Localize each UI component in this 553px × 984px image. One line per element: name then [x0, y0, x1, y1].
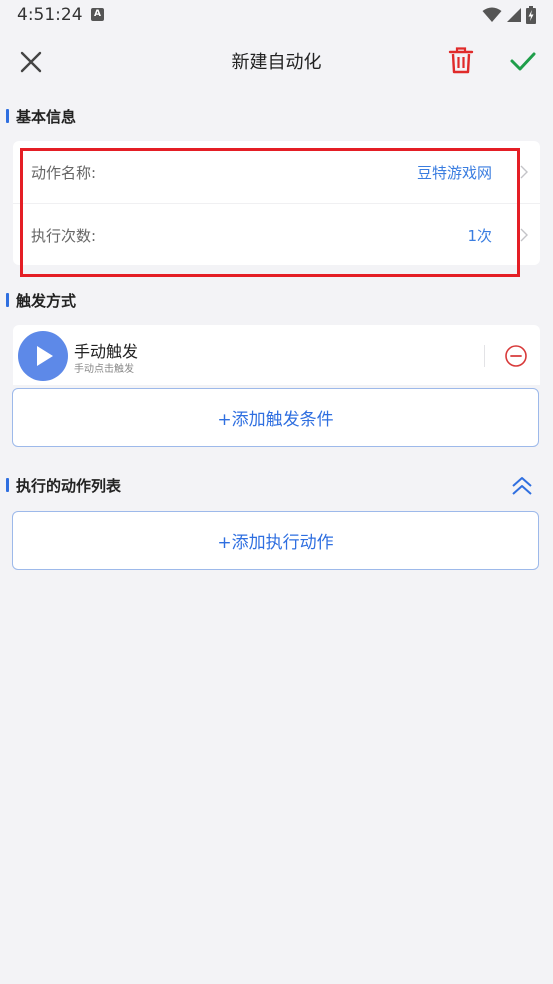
check-icon [510, 52, 536, 71]
collapse-button[interactable] [509, 473, 535, 499]
remove-trigger-button[interactable] [504, 344, 528, 368]
play-icon [37, 346, 53, 366]
close-button[interactable] [16, 47, 46, 77]
double-chevron-up-icon [512, 477, 532, 495]
add-action-button[interactable]: +添加执行动作 [12, 511, 539, 570]
add-trigger-button[interactable]: +添加触发条件 [12, 388, 539, 447]
section-title: 基本信息 [16, 107, 77, 126]
execute-count-label: 执行次数: [31, 226, 97, 245]
app-bar: 新建自动化 [0, 32, 553, 90]
section-title: 触发方式 [16, 291, 77, 310]
wifi-icon [482, 7, 502, 22]
a-icon: A [91, 8, 104, 21]
action-name-label: 动作名称: [31, 163, 97, 182]
divider [484, 345, 485, 367]
status-icons [482, 6, 536, 24]
chevron-right-icon [520, 165, 528, 179]
execute-count-value: 1次 [467, 226, 492, 245]
screen: 4:51:24 A 新建自动化 基本信息 动作名称: 豆特游戏网 执行次数: 1… [0, 0, 553, 984]
trash-icon [448, 47, 474, 74]
basic-info-card: 动作名称: 豆特游戏网 执行次数: 1次 [13, 141, 540, 265]
battery-charging-icon [526, 6, 536, 24]
section-actions: 执行的动作列表 [6, 474, 121, 496]
section-trigger: 触发方式 [6, 289, 76, 311]
section-title: 执行的动作列表 [16, 476, 122, 495]
trigger-item-manual[interactable]: 手动触发 手动点击触发 [13, 325, 540, 385]
section-basic-info: 基本信息 [6, 105, 76, 127]
action-name-row[interactable]: 动作名称: 豆特游戏网 [13, 141, 540, 203]
trigger-title: 手动触发 [74, 342, 139, 361]
signal-icon [507, 8, 521, 22]
minus-circle-icon [505, 345, 527, 367]
chevron-right-icon [520, 228, 528, 242]
status-time: 4:51:24 [17, 5, 83, 25]
action-name-value: 豆特游戏网 [416, 163, 492, 182]
close-icon [20, 51, 42, 73]
section-accent-bar [6, 109, 9, 123]
section-accent-bar [6, 293, 9, 307]
status-bar: 4:51:24 A [0, 0, 553, 32]
trigger-subtitle: 手动点击触发 [74, 364, 134, 375]
execute-count-row[interactable]: 执行次数: 1次 [13, 203, 540, 266]
confirm-button[interactable] [508, 46, 538, 76]
delete-button[interactable] [446, 45, 476, 75]
section-accent-bar [6, 478, 9, 492]
play-button-circle [18, 331, 68, 381]
